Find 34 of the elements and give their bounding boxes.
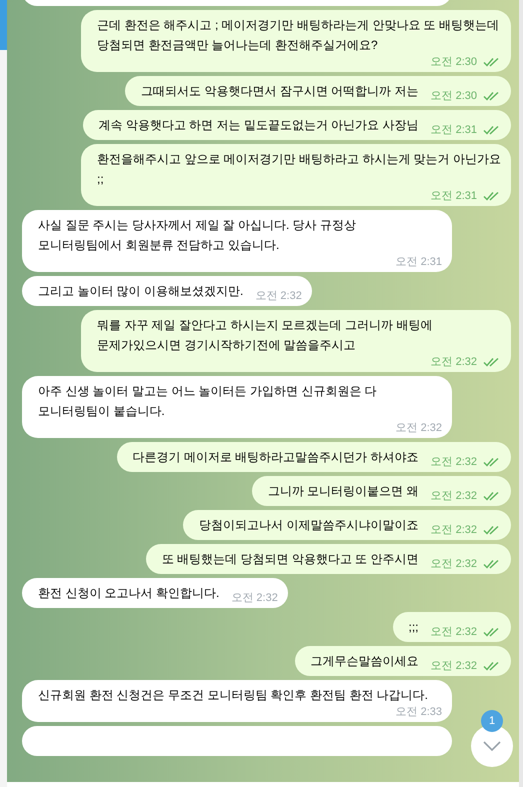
message-time: 오전 2:31 — [396, 255, 442, 269]
message-time: 오전 2:32 — [231, 591, 278, 605]
message-text: 당첨이되고나서 이제말씀주시냐이말이죠 — [199, 517, 419, 534]
message-time: 오전 2:32 — [255, 289, 302, 303]
message-time: 오전 2:32 — [430, 355, 477, 369]
selection-marker — [0, 0, 7, 50]
message-time: 오전 2:33 — [396, 705, 442, 719]
message-time: 오전 2:32 — [430, 557, 477, 571]
message-text: ;;; — [408, 619, 419, 636]
message-text: 아주 신생 놀이터 말고는 어느 놀이터든 가입하면 신규회원은 다 모니터링팀이 붙습니다. — [38, 383, 378, 420]
message-time: 오전 2:31 — [430, 189, 477, 203]
message-text: 신규회원 환전 신청건은 무조건 모니터링팀 확인후 환전팀 환전 나갑니다. — [38, 687, 428, 704]
chevron-down-icon — [483, 741, 501, 751]
message-text: 그때되서도 악용햇다면서 잠구시면 어떡합니까 저는 — [141, 83, 419, 100]
message-time: 오전 2:30 — [430, 55, 477, 69]
message-text: 환전을해주시고 앞으로 메이저경기만 배팅하라고 하시는게 맞는거 아닌가요 ;; — [97, 151, 501, 188]
message-text: 환전 신청이 오고나서 확인합니다. — [38, 585, 220, 602]
message-time: 오전 2:32 — [430, 523, 477, 537]
message-time: 오전 2:32 — [430, 625, 477, 639]
message-text: 뭐를 자꾸 제일 잘안다고 하시는지 모르겠는데 그러니까 배팅에 문제가있으시면 경기시작하기전에 말씀을주시고 — [97, 317, 434, 354]
message-text: 사실 질문 주시는 당사자께서 제일 잘 아십니다. 당사 규정상 모니터링팀에서 회원분류 전담하고 있습니다. — [38, 217, 358, 254]
message-time: 오전 2:32 — [396, 421, 442, 435]
message-text: 그리고 놀이터 많이 이용해보셨겠지만. — [38, 283, 244, 300]
message-time: 오전 2:32 — [430, 455, 477, 469]
message-text: 또 배팅했는데 당첨되면 악용했다고 또 안주시면 — [162, 551, 419, 568]
message-text: 그니까 모니터링이붙으면 왜 — [268, 483, 419, 500]
message-time: 오전 2:30 — [430, 89, 477, 103]
message-text: 계속 악용햇다고 하면 저는 밑도끝도없는거 아닌가요 사장님 — [98, 117, 419, 134]
message-time: 오전 2:32 — [430, 659, 477, 673]
message-text: 근데 환전은 해주시고 ; 메이저경기만 배팅하라는게 안맞나요 또 배팅햇는데 당첨되면 환전금액만 늘어나는데 환전해주실거에요? — [97, 17, 500, 54]
message-text: 다른경기 메이저로 배팅하라고말씀주시던가 하셔야죠 — [132, 449, 419, 466]
message-time: 오전 2:32 — [430, 489, 477, 503]
message-time: 오전 2:31 — [430, 123, 477, 137]
message-text: 그게무슨말씀이세요 — [310, 653, 419, 670]
